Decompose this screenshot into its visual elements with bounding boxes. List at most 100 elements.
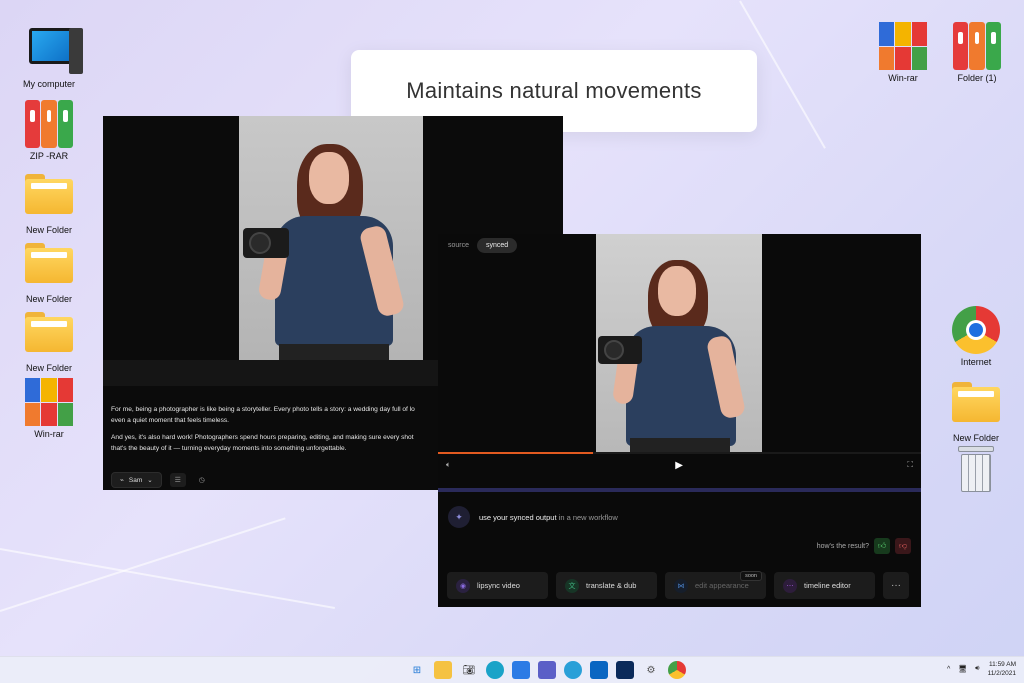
action-label: edit appearance [695,581,749,590]
desktop-icon-win-rar[interactable]: Win-rar [14,378,84,439]
chrome-icon[interactable] [668,661,686,679]
recycle-bin-icon [952,446,1000,494]
thumbs-down-icon[interactable]: 👎︎ [895,538,911,554]
feedback-question: how's the result? [816,542,869,550]
desktop-icon-new-folder[interactable]: New Folder [14,237,84,304]
synced-video-frame[interactable] [596,234,762,452]
video-progress-bar[interactable] [438,452,921,454]
desktop-icon-label: Folder (1) [957,73,997,83]
translate-icon: 文 [565,578,579,593]
clock-time: 11:59 AM [989,661,1016,668]
volume-icon[interactable]: 🔊︎ [975,665,979,673]
windows-icon[interactable]: ⊞ [408,661,426,679]
more-icon: ··· [891,580,901,591]
play-icon[interactable]: ▶ [675,460,683,471]
winrar-icon [879,22,927,70]
lipsync-icon: ◉ [456,578,470,593]
background-line [0,517,286,612]
edge-icon[interactable] [486,661,504,679]
desktop-icon-recycle-bin[interactable] [941,446,1011,497]
workflow-text-muted: in a new workflow [558,512,618,522]
folder-icon [952,382,1000,430]
binders-icon [25,100,73,148]
lipsync-video-button[interactable]: ◉ lipsync video [447,572,548,599]
action-buttons: ◉ lipsync video 文 translate & dub ⋈ edit… [447,571,909,599]
script-paragraph: And yes, it's also hard work! Photograph… [111,434,414,441]
store-icon[interactable] [512,661,530,679]
thumbs-up-icon[interactable]: 👍︎ [874,538,890,554]
script-paragraph: For me, being a photographer is like bei… [111,406,415,413]
desktop-icon-my-computer[interactable]: My computer [14,28,84,89]
desktop-icon-label: New Folder [952,433,999,443]
person-figure [239,116,423,360]
binders-icon [953,22,1001,70]
workflow-text: use your synced output [479,512,557,522]
timer-button[interactable]: ◷ [194,473,210,487]
toggle-source[interactable]: source [444,238,473,253]
more-options-button[interactable]: ··· [883,572,909,599]
folder-icon [25,174,73,222]
script-paragraph: that's the beauty of it — turning everyd… [111,445,347,452]
desktop-icon-label: New Folder [25,225,72,235]
voice-label: Sam [128,476,143,484]
caption-text: Maintains natural movements [406,78,702,103]
chevron-down-icon: ⌄ [147,477,153,484]
new-workflow-prompt[interactable]: ✦ use your synced output in a new workfl… [448,506,618,528]
clock-date: 11/2/2021 [987,670,1016,677]
desktop-icon-label: New Folder [25,294,72,304]
desktop-icon-win-rar[interactable]: Win-rar [868,22,938,83]
network-icon[interactable]: 🖥︎ [958,665,967,673]
desktop-icon-label: Internet [960,357,992,367]
clock[interactable]: 11:59 AM 11/2/2021 [988,660,1016,678]
settings-sliders-button[interactable]: ☰ [169,473,186,487]
player-controls: 🔈︎ ▶ ⛶ [438,456,921,474]
winrar-icon [25,378,73,426]
app-icon[interactable] [616,661,634,679]
mail-icon[interactable] [590,661,608,679]
microphone-icon: ⌁ [120,477,124,484]
accent-divider [438,488,921,492]
person-figure [596,234,762,452]
action-label: timeline editor [804,581,851,590]
folder-icon [25,312,73,360]
source-video-frame[interactable] [239,116,423,360]
desktop-icon-new-folder[interactable]: New Folder [941,376,1011,443]
toggle-synced[interactable]: synced [477,238,518,253]
script-paragraph: even a quiet moment that feels timeless. [111,417,230,424]
desktop-icon-new-folder[interactable]: New Folder [14,306,84,373]
source-synced-toggle: source synced [444,238,518,253]
edit-appearance-button[interactable]: ⋈ edit appearance soon [665,571,766,599]
teams-icon[interactable] [538,661,556,679]
system-tray: ^ 🖥︎ 🔊︎ 11:59 AM 11/2/2021 [947,660,1016,678]
folder-icon [25,243,73,291]
taskbar: ⊞ 📷︎ ⚙ ^ 🖥︎ 🔊︎ 11:59 AM 11/2/2021 [0,656,1024,683]
desktop-icon-label: My computer [22,79,75,89]
voice-select[interactable]: ⌁ Sam ⌄ [111,472,162,488]
editor-controls: ⌁ Sam ⌄ ☰ ◷ [111,472,210,488]
fullscreen-icon[interactable]: ⛶ [907,460,913,470]
soon-badge: soon [740,571,762,581]
desktop-icon-internet[interactable]: Internet [941,306,1011,367]
explorer-icon[interactable] [434,661,452,679]
desktop-icon-label: Win-rar [34,429,64,439]
desktop-icon-zip-rar[interactable]: ZIP -RAR [14,100,84,161]
settings-icon[interactable]: ⚙ [642,661,660,679]
maps-icon[interactable] [564,661,582,679]
timeline-icon: ⋯ [783,578,797,593]
feedback-row: how's the result? 👍︎ 👎︎ [817,538,911,554]
clock-icon: ◷ [198,477,205,484]
progress-fill [438,452,593,454]
desktop-icon-label: ZIP -RAR [29,151,69,161]
sparkle-icon: ✦ [448,506,470,528]
volume-icon[interactable]: 🔈︎ [446,460,451,470]
translate-dub-button[interactable]: 文 translate & dub [556,572,657,599]
desktop-icon-new-folder[interactable]: New Folder [14,168,84,235]
chevron-up-icon[interactable]: ^ [947,666,950,673]
taskbar-apps: ⊞ 📷︎ ⚙ [408,661,686,679]
sliders-icon: ☰ [174,477,181,484]
action-label: translate & dub [586,581,637,590]
desktop-icon-folder-1[interactable]: Folder (1) [942,22,1012,83]
synced-player-window: source synced 🔈︎ ▶ ⛶ ✦ use your synced o… [438,234,921,607]
camera-icon[interactable]: 📷︎ [460,661,478,679]
timeline-editor-button[interactable]: ⋯ timeline editor [774,572,875,599]
